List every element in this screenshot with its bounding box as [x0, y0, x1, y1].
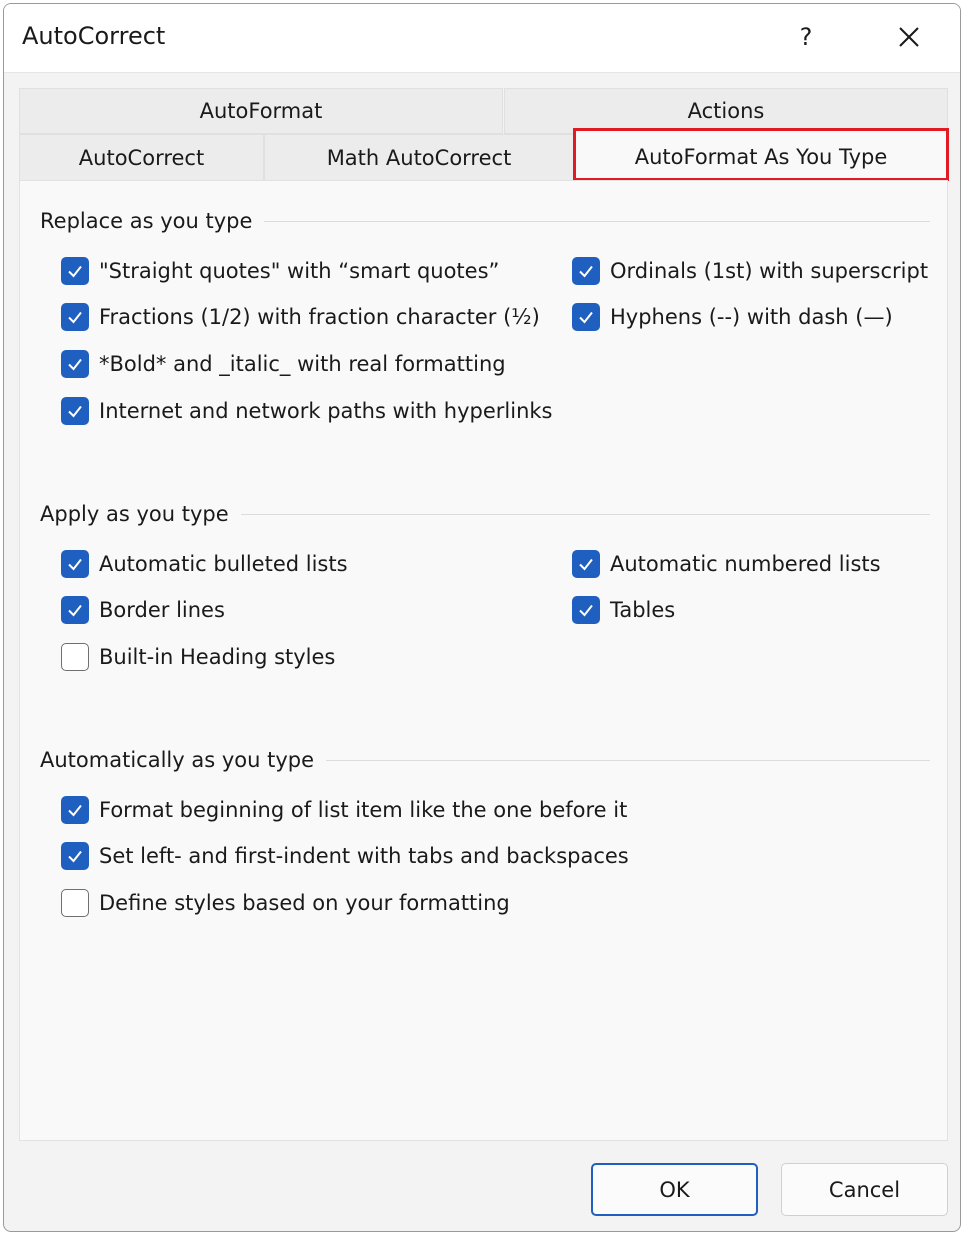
checkbox-box[interactable]	[572, 257, 600, 285]
tab-autoformat[interactable]: AutoFormat	[19, 88, 503, 134]
checkbox-label: Define styles based on your formatting	[99, 891, 510, 915]
tab-math-autocorrect[interactable]: Math AutoCorrect	[264, 134, 574, 181]
checkbox-straight-quotes[interactable]: "Straight quotes" with “smart quotes”	[61, 257, 499, 285]
checkmark-icon	[579, 311, 593, 324]
checkbox-set-indent[interactable]: Set left- and first-indent with tabs and…	[61, 842, 629, 870]
checkbox-numbered-lists[interactable]: Automatic numbered lists	[572, 550, 881, 578]
checkbox-box[interactable]	[61, 397, 89, 425]
checkbox-label: Border lines	[99, 598, 225, 622]
checkbox-heading-styles[interactable]: Built-in Heading styles	[61, 643, 335, 671]
ok-button[interactable]: OK	[591, 1163, 758, 1216]
checkbox-label: Internet and network paths with hyperlin…	[99, 399, 553, 423]
checkmark-icon	[68, 311, 82, 324]
group-title-automatically: Automatically as you type	[40, 748, 326, 772]
window-title: AutoCorrect	[22, 22, 166, 50]
checkmark-icon	[68, 804, 82, 817]
checkbox-internet-paths[interactable]: Internet and network paths with hyperlin…	[61, 397, 553, 425]
checkbox-box[interactable]	[61, 643, 89, 671]
checkmark-icon	[579, 558, 593, 571]
checkbox-label: Fractions (1/2) with fraction character …	[99, 305, 540, 329]
checkbox-bold-italic[interactable]: *Bold* and _italic_ with real formatting	[61, 350, 506, 378]
checkmark-icon	[579, 604, 593, 617]
checkbox-label: Set left- and first-indent with tabs and…	[99, 844, 629, 868]
checkbox-fractions[interactable]: Fractions (1/2) with fraction character …	[61, 303, 540, 331]
autocorrect-dialog: AutoCorrect ? AutoFormat Actions AutoCor…	[3, 3, 961, 1232]
checkbox-label: Automatic numbered lists	[610, 552, 881, 576]
checkbox-box[interactable]	[61, 596, 89, 624]
checkbox-box[interactable]	[61, 350, 89, 378]
close-button[interactable]	[884, 12, 934, 62]
cancel-button[interactable]: Cancel	[781, 1163, 948, 1216]
checkbox-ordinals[interactable]: Ordinals (1st) with superscript	[572, 257, 928, 285]
checkbox-box[interactable]	[61, 257, 89, 285]
checkbox-label: Tables	[610, 598, 676, 622]
group-title-replace: Replace as you type	[40, 209, 265, 233]
checkbox-box[interactable]	[572, 596, 600, 624]
checkmark-icon	[68, 850, 82, 863]
checkmark-icon	[68, 604, 82, 617]
tab-panel: Replace as you type "Straight quotes" wi…	[19, 180, 948, 1141]
help-button[interactable]: ?	[784, 12, 828, 62]
checkbox-border-lines[interactable]: Border lines	[61, 596, 225, 624]
checkbox-box[interactable]	[61, 842, 89, 870]
tab-autocorrect[interactable]: AutoCorrect	[19, 134, 264, 181]
checkbox-label: *Bold* and _italic_ with real formatting	[99, 352, 506, 376]
checkbox-define-styles[interactable]: Define styles based on your formatting	[61, 889, 510, 917]
close-icon	[899, 27, 919, 47]
group-title-apply: Apply as you type	[40, 502, 241, 526]
tab-actions[interactable]: Actions	[504, 88, 948, 134]
checkmark-icon	[579, 265, 593, 278]
tab-autoformat-as-you-type[interactable]: AutoFormat As You Type	[574, 130, 948, 182]
title-bar: AutoCorrect ?	[4, 4, 960, 73]
checkbox-label: Built-in Heading styles	[99, 645, 336, 669]
checkbox-label: "Straight quotes" with “smart quotes”	[99, 259, 500, 283]
checkmark-icon	[68, 358, 82, 371]
checkbox-label: Hyphens (--) with dash (—)	[610, 305, 893, 329]
checkmark-icon	[68, 558, 82, 571]
checkbox-tables[interactable]: Tables	[572, 596, 675, 624]
checkbox-label: Automatic bulleted lists	[99, 552, 348, 576]
checkmark-icon	[68, 265, 82, 278]
checkbox-box[interactable]	[61, 550, 89, 578]
checkbox-box[interactable]	[61, 303, 89, 331]
checkmark-icon	[68, 405, 82, 418]
checkbox-bulleted-lists[interactable]: Automatic bulleted lists	[61, 550, 348, 578]
checkbox-hyphens[interactable]: Hyphens (--) with dash (—)	[572, 303, 893, 331]
checkbox-label: Format beginning of list item like the o…	[99, 798, 628, 822]
checkbox-box[interactable]	[61, 796, 89, 824]
checkbox-box[interactable]	[61, 889, 89, 917]
checkbox-box[interactable]	[572, 303, 600, 331]
checkbox-box[interactable]	[572, 550, 600, 578]
checkbox-label: Ordinals (1st) with superscript	[610, 259, 929, 283]
checkbox-format-beginning[interactable]: Format beginning of list item like the o…	[61, 796, 627, 824]
